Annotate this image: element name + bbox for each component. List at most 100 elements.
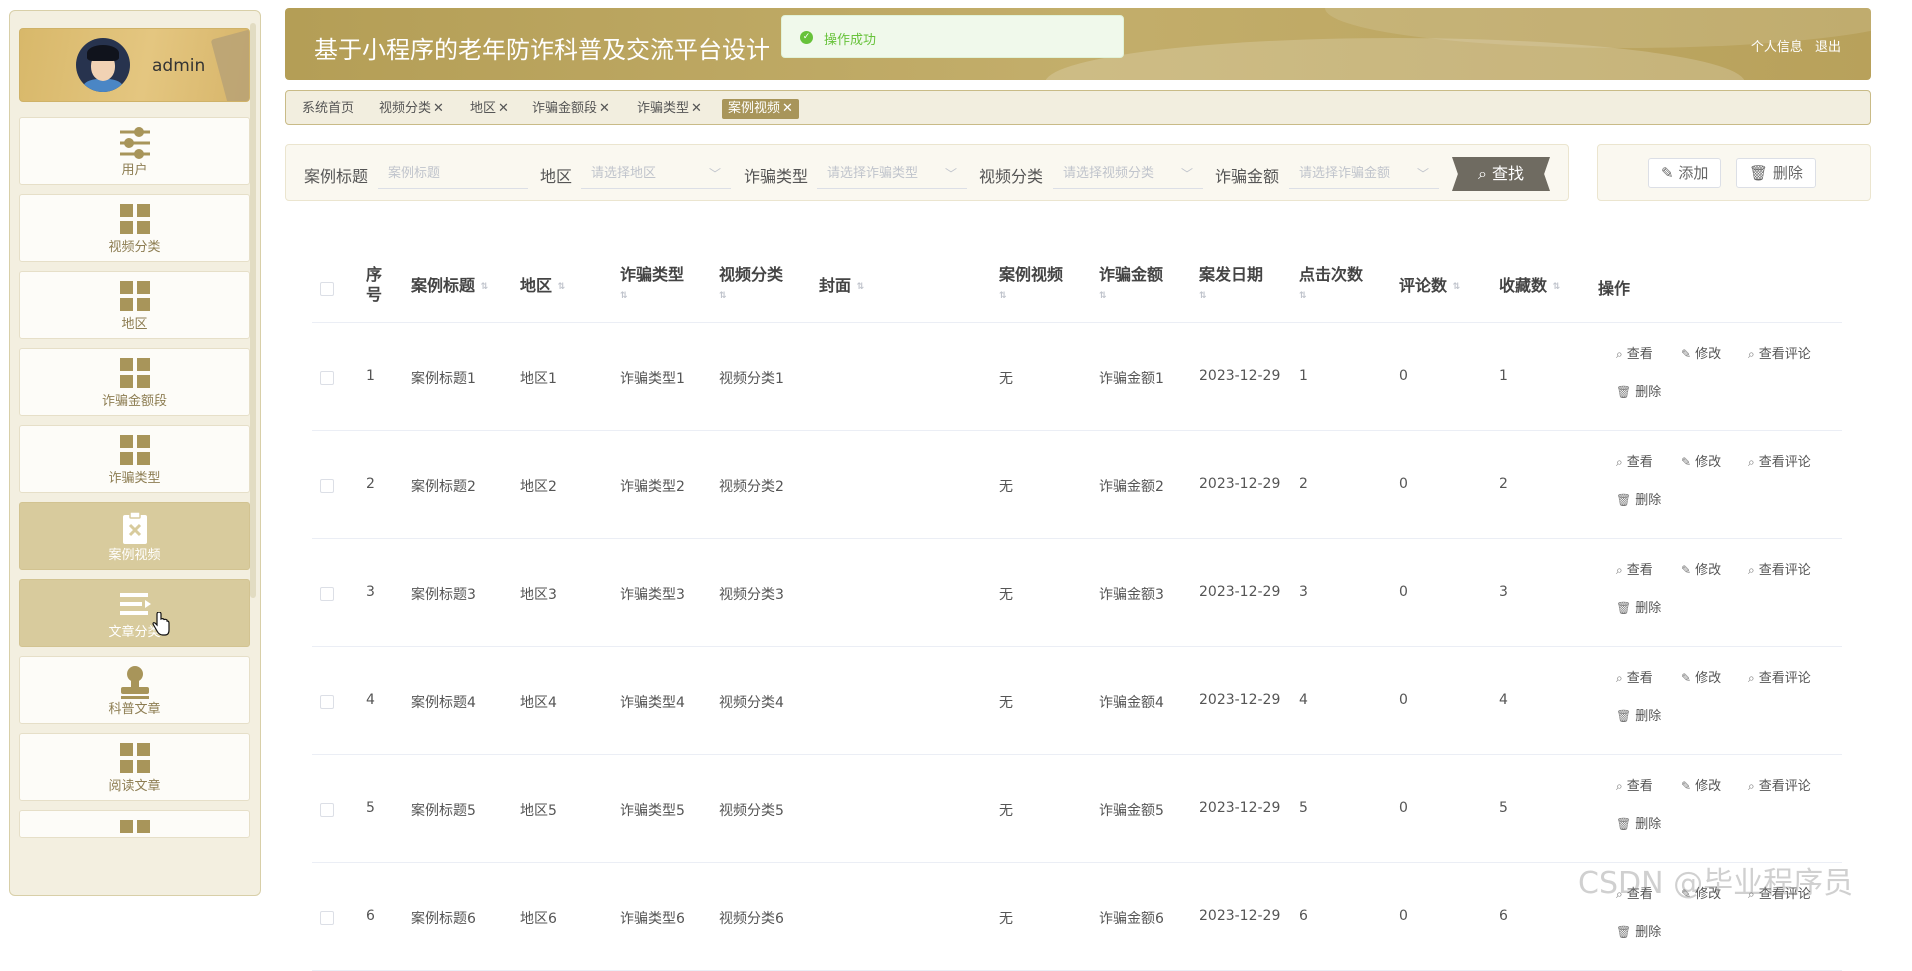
edit-button[interactable]: ✎ 修改 xyxy=(1681,451,1721,470)
toast-message: 操作成功 xyxy=(824,33,877,48)
delete-row-button[interactable]: 🗑 删除 xyxy=(1616,705,1661,724)
sort-icon[interactable]: ⇅ xyxy=(857,282,865,291)
col-comments[interactable]: 评论数 ⇅ xyxy=(1399,276,1460,296)
grid-icon xyxy=(119,281,150,311)
select-placeholder: 请选择诈骗类型 xyxy=(827,166,919,181)
view-button[interactable]: ⌕ 查看 xyxy=(1616,775,1653,794)
sidebar-item-video-category[interactable]: 视频分类 xyxy=(19,194,250,262)
sort-icon[interactable]: ⇅ xyxy=(481,282,489,291)
edit-button[interactable]: ✎ 修改 xyxy=(1681,667,1721,686)
close-icon[interactable]: ✕ xyxy=(433,101,444,116)
row-checkbox[interactable] xyxy=(320,479,334,493)
tab-case-video[interactable]: 案例视频 ✕ xyxy=(722,99,799,119)
fraud-type-select[interactable]: 请选择诈骗类型 ﹀ xyxy=(817,159,967,189)
sort-icon[interactable]: ⇅ xyxy=(999,291,1007,300)
cell-comments: 0 xyxy=(1399,368,1408,384)
pencil-icon: ✎ xyxy=(1681,671,1692,685)
delete-row-button[interactable]: 🗑 删除 xyxy=(1616,597,1661,616)
col-label: 地区 xyxy=(520,276,553,295)
sort-icon[interactable]: ⇅ xyxy=(719,291,727,300)
delete-button[interactable]: 🗑 删除 xyxy=(1736,158,1816,188)
sort-icon[interactable]: ⇅ xyxy=(1553,282,1561,291)
fraud-amount-select[interactable]: 请选择诈骗金额 ﹀ xyxy=(1289,159,1439,189)
tab-video-category[interactable]: 视频分类 ✕ xyxy=(379,99,444,119)
sidebar-item-fraud-type[interactable]: 诈骗类型 xyxy=(19,425,250,493)
close-icon[interactable]: ✕ xyxy=(782,101,793,116)
select-all-checkbox[interactable] xyxy=(320,282,334,296)
op-label: 查看评论 xyxy=(1758,563,1811,578)
cell-type: 诈骗类型2 xyxy=(620,479,685,495)
view-button[interactable]: ⌕ 查看 xyxy=(1616,343,1653,362)
pencil-icon: ✎ xyxy=(1681,347,1692,361)
sort-icon[interactable]: ⇅ xyxy=(620,291,628,300)
col-title[interactable]: 案例标题 ⇅ xyxy=(411,276,488,296)
op-label: 删除 xyxy=(1635,601,1662,616)
col-case-video[interactable]: 案例视频 ⇅ xyxy=(999,265,1063,305)
col-favorites[interactable]: 收藏数 ⇅ xyxy=(1499,276,1560,296)
col-video-category[interactable]: 视频分类 ⇅ xyxy=(719,265,783,305)
sidebar-item-more[interactable] xyxy=(19,810,250,838)
delete-row-button[interactable]: 🗑 删除 xyxy=(1616,921,1661,940)
find-button[interactable]: ⌕ 查找 xyxy=(1452,157,1550,191)
view-button[interactable]: ⌕ 查看 xyxy=(1616,451,1653,470)
row-checkbox[interactable] xyxy=(320,371,334,385)
logout-link[interactable]: 退出 xyxy=(1815,40,1841,55)
sidebar-item-read-article[interactable]: 阅读文章 xyxy=(19,733,250,801)
row-checkbox[interactable] xyxy=(320,803,334,817)
row-checkbox[interactable] xyxy=(320,911,334,925)
close-icon[interactable]: ✕ xyxy=(599,101,610,116)
sort-icon[interactable]: ⇅ xyxy=(1453,282,1461,291)
title-search-input[interactable]: 案例标题 xyxy=(378,159,528,189)
edit-button[interactable]: ✎ 修改 xyxy=(1681,343,1721,362)
sort-icon[interactable]: ⇅ xyxy=(1299,291,1307,300)
tab-fraud-amount-range[interactable]: 诈骗金额段 ✕ xyxy=(532,99,610,119)
view-comments-button[interactable]: ⌕ 查看评论 xyxy=(1748,451,1811,470)
sidebar-item-region[interactable]: 地区 xyxy=(19,271,250,339)
sort-icon[interactable]: ⇅ xyxy=(1099,291,1107,300)
trash-icon: 🗑 xyxy=(1616,493,1632,507)
view-comments-button[interactable]: ⌕ 查看评论 xyxy=(1748,775,1811,794)
col-clicks[interactable]: 点击次数 ⇅ xyxy=(1299,265,1363,305)
tab-fraud-type[interactable]: 诈骗类型 ✕ xyxy=(637,99,702,119)
sidebar-item-fraud-amount-range[interactable]: 诈骗金额段 xyxy=(19,348,250,416)
close-icon[interactable]: ✕ xyxy=(498,101,509,116)
close-icon[interactable]: ✕ xyxy=(691,101,702,116)
sidebar-scrollbar[interactable] xyxy=(250,23,256,598)
video-category-select[interactable]: 请选择视频分类 ﹀ xyxy=(1053,159,1203,189)
col-region[interactable]: 地区 ⇅ xyxy=(520,276,565,296)
cell-date: 2023-12-29 xyxy=(1199,584,1281,600)
tab-home[interactable]: 系统首页 xyxy=(302,99,354,119)
profile-link[interactable]: 个人信息 xyxy=(1751,40,1803,55)
view-comments-button[interactable]: ⌕ 查看评论 xyxy=(1748,667,1811,686)
sidebar-item-case-video[interactable]: 案例视频 xyxy=(19,502,250,570)
op-label: 删除 xyxy=(1635,493,1662,508)
col-cover[interactable]: 封面 ⇅ xyxy=(819,276,864,296)
delete-row-button[interactable]: 🗑 删除 xyxy=(1616,813,1661,832)
view-button[interactable]: ⌕ 查看 xyxy=(1616,667,1653,686)
view-comments-button[interactable]: ⌕ 查看评论 xyxy=(1748,343,1811,362)
avatar[interactable] xyxy=(76,38,130,92)
col-date[interactable]: 案发日期 ⇅ xyxy=(1199,265,1263,305)
delete-row-button[interactable]: 🗑 删除 xyxy=(1616,489,1661,508)
op-label: 修改 xyxy=(1695,455,1722,470)
edit-button[interactable]: ✎ 修改 xyxy=(1681,775,1721,794)
col-fraud-amount[interactable]: 诈骗金额 ⇅ xyxy=(1099,265,1163,305)
sidebar-item-science-article[interactable]: 科普文章 xyxy=(19,656,250,724)
view-button[interactable]: ⌕ 查看 xyxy=(1616,559,1653,578)
sort-icon[interactable]: ⇅ xyxy=(1199,291,1207,300)
view-comments-button[interactable]: ⌕ 查看评论 xyxy=(1748,559,1811,578)
row-checkbox[interactable] xyxy=(320,587,334,601)
sidebar-item-article-category[interactable]: 文章分类 xyxy=(19,579,250,647)
grid-icon xyxy=(119,743,150,773)
op-label: 查看 xyxy=(1626,563,1653,578)
row-checkbox[interactable] xyxy=(320,695,334,709)
cell-clicks: 2 xyxy=(1299,476,1308,492)
sort-icon[interactable]: ⇅ xyxy=(558,282,566,291)
region-select[interactable]: 请选择地区 ﹀ xyxy=(581,159,731,189)
sidebar-item-users[interactable]: 用户 xyxy=(19,117,250,185)
edit-button[interactable]: ✎ 修改 xyxy=(1681,559,1721,578)
add-button[interactable]: ✎ 添加 xyxy=(1648,158,1722,188)
col-fraud-type[interactable]: 诈骗类型 ⇅ xyxy=(620,265,684,305)
tab-region[interactable]: 地区 ✕ xyxy=(470,99,509,119)
delete-row-button[interactable]: 🗑 删除 xyxy=(1616,381,1661,400)
